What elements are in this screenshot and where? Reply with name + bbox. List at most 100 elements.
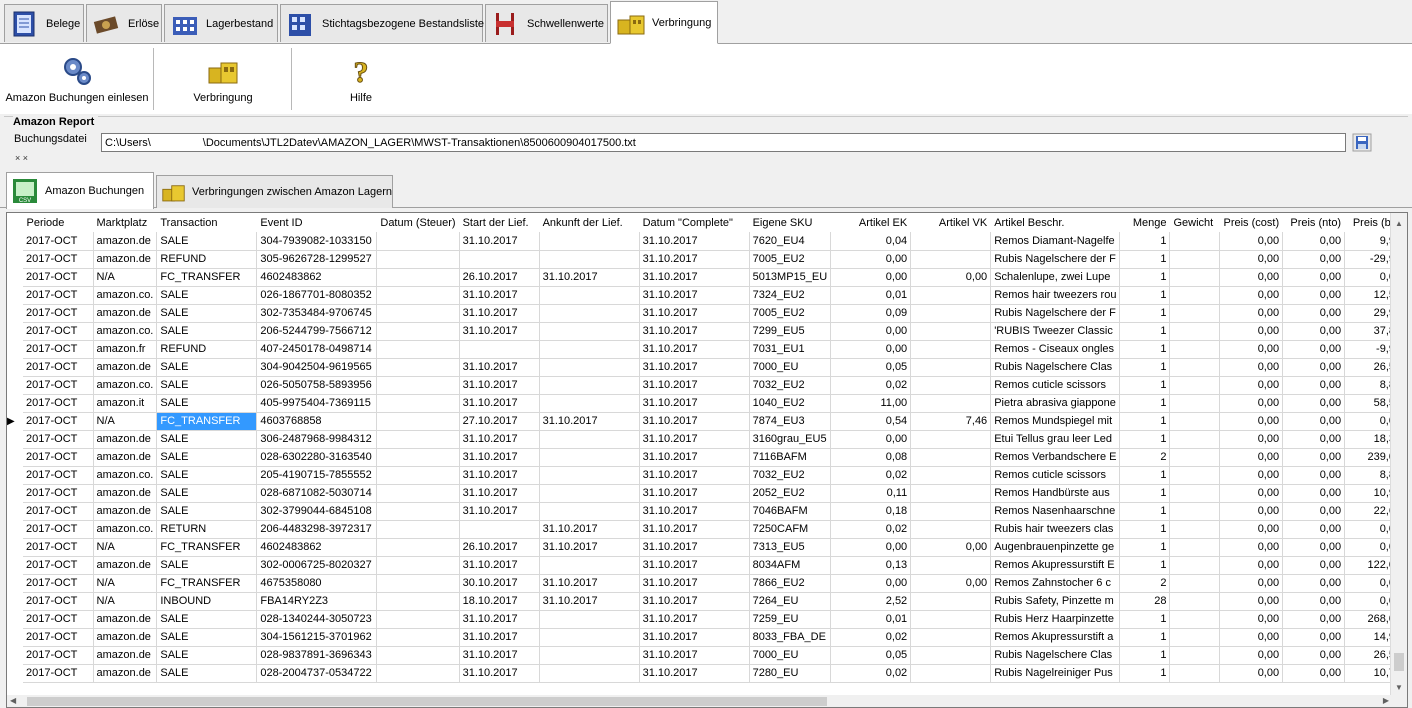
bookings-grid[interactable]: Periode Marktplatz Transaction Event ID Datu… [6,212,1408,708]
table-cell[interactable]: 31.10.2017 [639,574,750,593]
table-cell[interactable]: 31.10.2017 [459,664,540,683]
table-cell[interactable]: 0,00 [1219,268,1284,287]
table-cell[interactable]: 0,00 [1219,502,1284,521]
table-cell[interactable] [910,322,992,341]
scroll-left-icon[interactable]: ◀ [10,696,16,705]
table-row[interactable]: 2017-OCT amazon.de SALE 304-9042504-9619565… [7,358,1406,377]
table-cell[interactable]: 31.10.2017 [639,250,750,269]
table-cell[interactable] [376,538,460,557]
table-cell[interactable]: SALE [156,232,258,251]
table-cell[interactable]: 0,00 [1219,574,1284,593]
table-cell[interactable]: 7264_EU [749,592,832,611]
table-cell[interactable]: 2017-OCT [23,322,94,341]
table-cell[interactable]: 0,00 [1282,556,1346,575]
table-cell[interactable]: 7116BAFM [749,448,832,467]
table-row[interactable]: 2017-OCT amazon.de SALE 028-9837891-3696343… [7,646,1406,665]
table-cell[interactable]: 31.10.2017 [639,322,750,341]
table-cell[interactable]: 0,04 [830,232,912,251]
table-cell[interactable]: 31.10.2017 [639,484,750,503]
table-cell[interactable]: Augenbrauenpinzette ge [990,538,1121,557]
table-cell[interactable]: 2017-OCT [23,574,94,593]
table-cell[interactable] [376,232,460,251]
table-cell[interactable] [910,394,992,413]
table-cell[interactable]: 206-5244799-7566712 [256,322,378,341]
table-row[interactable]: 2017-OCT N/A INBOUND FBA14RY2Z3 18.10.2017 31… [7,592,1406,611]
table-cell[interactable]: 0,54 [830,412,912,431]
table-cell[interactable]: 7046BAFM [749,502,832,521]
scroll-down-icon[interactable]: ▼ [1395,683,1403,692]
table-cell[interactable]: 2017-OCT [23,394,94,413]
table-row[interactable]: 2017-OCT amazon.de SALE 304-7939082-1033150… [7,232,1406,251]
table-cell[interactable]: SALE [156,628,258,647]
table-cell[interactable] [539,646,640,665]
table-cell[interactable]: 7313_EU5 [749,538,832,557]
table-cell[interactable] [1169,556,1221,575]
table-cell[interactable]: 0,00 [1219,358,1284,377]
table-cell[interactable]: 26.10.2017 [459,268,540,287]
table-cell[interactable]: 7005_EU2 [749,304,832,323]
table-cell[interactable]: 31.10.2017 [639,430,750,449]
table-cell[interactable]: N/A [93,592,158,611]
table-cell[interactable]: 4675358080 [256,574,378,593]
table-cell[interactable]: 31.10.2017 [459,430,540,449]
table-cell[interactable]: 0,00 [1282,628,1346,647]
table-cell[interactable]: 31.10.2017 [539,268,640,287]
table-cell[interactable]: Remos Nasenhaarschne [990,502,1121,521]
table-cell[interactable] [1169,376,1221,395]
table-cell[interactable] [1169,610,1221,629]
column-header[interactable]: Transaction [156,213,258,232]
table-cell[interactable]: Pietra abrasiva giappone [990,394,1121,413]
table-cell[interactable]: 0,00 [1282,412,1346,431]
table-cell[interactable]: 028-1340244-3050723 [256,610,378,629]
table-cell[interactable] [539,232,640,251]
table-cell[interactable]: 0,01 [830,610,912,629]
tab-schwellenwerte[interactable]: Schwellenwerte [485,4,608,42]
table-cell[interactable]: SALE [156,448,258,467]
table-cell[interactable] [910,592,992,611]
table-cell[interactable] [459,250,540,269]
table-cell[interactable] [910,646,992,665]
table-cell[interactable]: 2017-OCT [23,538,94,557]
table-cell[interactable]: 1 [1119,268,1171,287]
table-cell[interactable]: 7280_EU [749,664,832,683]
table-cell[interactable]: 205-4190715-7855552 [256,466,378,485]
table-cell[interactable] [910,232,992,251]
table-cell[interactable] [1169,520,1221,539]
table-cell[interactable] [539,394,640,413]
table-cell[interactable]: SALE [156,322,258,341]
table-cell[interactable]: 31.10.2017 [639,664,750,683]
table-cell[interactable]: 2,52 [830,592,912,611]
table-cell[interactable]: 31.10.2017 [639,394,750,413]
table-cell[interactable] [1169,286,1221,305]
table-cell[interactable]: 0,00 [830,574,912,593]
table-cell[interactable]: 31.10.2017 [459,394,540,413]
table-cell[interactable]: 2017-OCT [23,466,94,485]
table-cell[interactable] [1169,268,1221,287]
table-cell[interactable] [910,520,992,539]
table-cell[interactable]: 0,00 [830,340,912,359]
table-cell[interactable]: N/A [93,574,158,593]
table-cell[interactable]: 0,00 [1219,466,1284,485]
table-cell[interactable]: amazon.co. [93,520,158,539]
table-cell[interactable]: 1040_EU2 [749,394,832,413]
table-cell[interactable]: FBA14RY2Z3 [256,592,378,611]
table-cell[interactable]: 1 [1119,304,1171,323]
table-cell[interactable] [376,286,460,305]
table-cell[interactable]: 31.10.2017 [459,646,540,665]
table-row[interactable]: 2017-OCT amazon.de SALE 304-1561215-3701962… [7,628,1406,647]
table-cell[interactable]: Remos Zahnstocher 6 c [990,574,1121,593]
table-cell[interactable]: 31.10.2017 [639,340,750,359]
table-cell[interactable]: SALE [156,430,258,449]
table-row[interactable]: 2017-OCT N/A FC_TRANSFER 4602483862 26.10.20… [7,268,1406,287]
table-cell[interactable]: amazon.co. [93,286,158,305]
table-cell[interactable] [376,484,460,503]
table-cell[interactable] [376,574,460,593]
table-cell[interactable] [1169,664,1221,683]
table-cell[interactable]: 0,00 [1282,232,1346,251]
table-cell[interactable] [539,304,640,323]
column-header[interactable]: Artikel EK [830,213,912,232]
table-cell[interactable] [376,412,460,431]
table-cell[interactable]: 0,00 [1219,304,1284,323]
table-cell[interactable] [539,358,640,377]
table-cell[interactable]: 028-2004737-0534722 [256,664,378,683]
